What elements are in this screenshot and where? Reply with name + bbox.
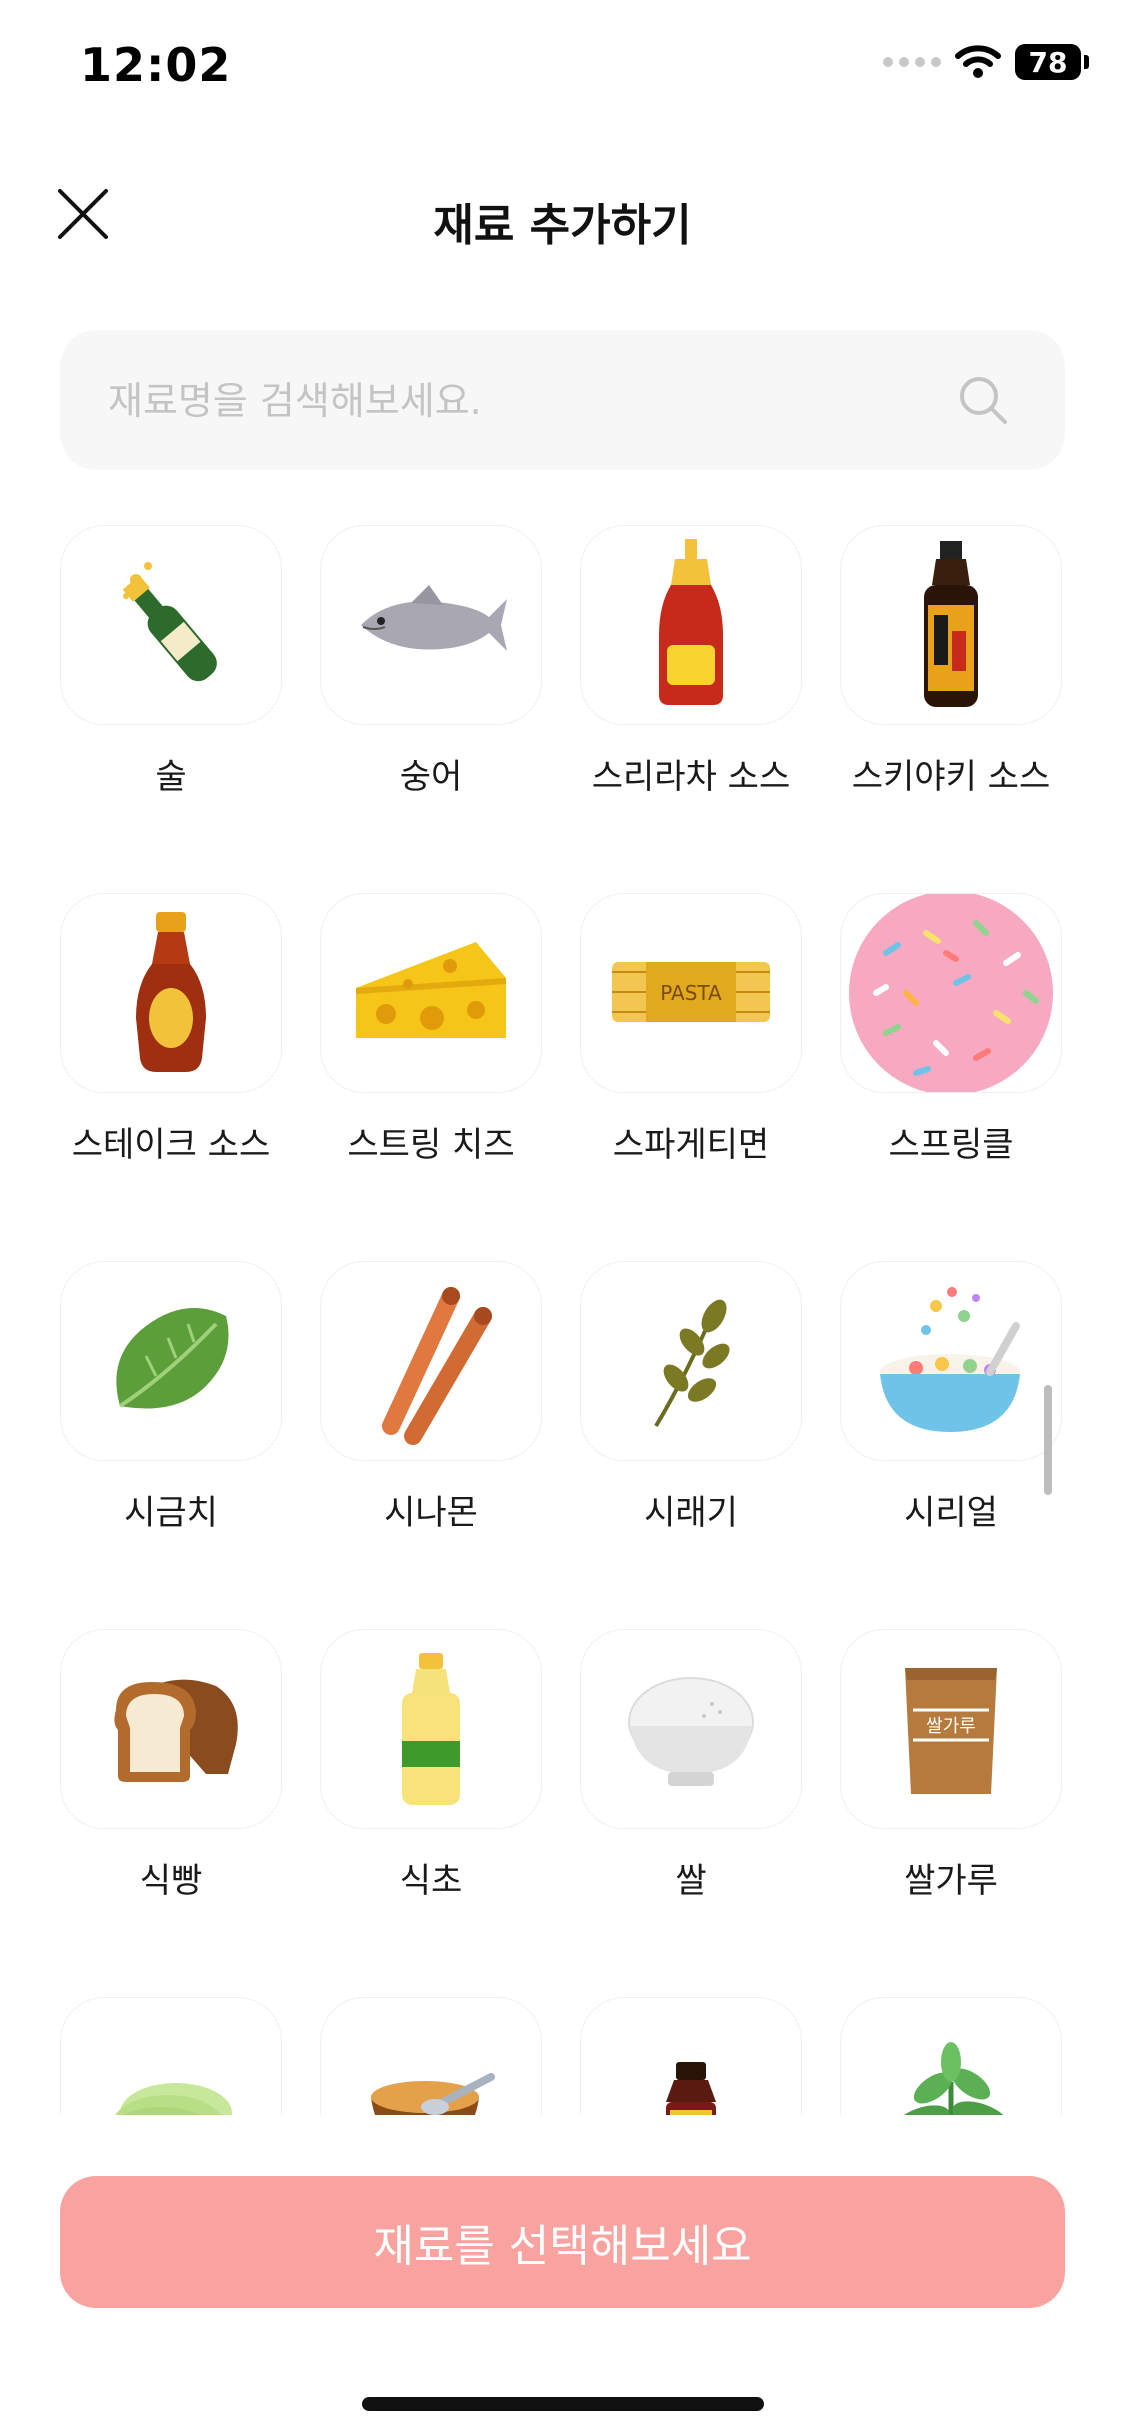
ingredient-tile[interactable] (840, 893, 1062, 1093)
ingredient-label: 술 (155, 757, 187, 797)
ingredient-item[interactable]: 스키야키 소스 (840, 525, 1062, 798)
ingredient-item[interactable]: PASTA 스파게티면 (580, 893, 802, 1166)
ingredient-tile[interactable] (580, 1261, 802, 1461)
ingredient-grid-viewport: 술 숭어 스리라차 소스 스키야키 소스 스테이크 소스 스트링 치즈 PAST… (0, 525, 1125, 2115)
sprinkles-icon (849, 894, 1053, 1092)
ingredient-item[interactable]: 식초 (320, 1629, 542, 1902)
battery-indicator: 78 (1015, 44, 1089, 80)
wifi-icon (955, 45, 1001, 78)
ingredient-tile[interactable] (840, 1261, 1062, 1461)
steak-sauce-bottle-icon (136, 912, 206, 1072)
sliced-cucumber-icon (115, 2083, 232, 2115)
scrollbar[interactable] (1044, 1385, 1052, 1495)
spinach-icon (116, 1308, 229, 1409)
ingredient-label: 스파게티면 (612, 1125, 770, 1165)
tonic-bottle-icon (666, 2062, 716, 2115)
ingredient-item[interactable]: 스리라차 소스 (580, 525, 802, 798)
ingredient-item[interactable]: 쌀가루 쌀가루 (840, 1629, 1062, 1902)
ingredient-tile[interactable] (60, 1261, 282, 1461)
search-icon[interactable] (957, 374, 1009, 426)
ingredient-label: 스리라차 소스 (591, 757, 791, 797)
pasta-pack-icon: PASTA (612, 962, 770, 1022)
ingredient-tile[interactable] (580, 1997, 802, 2115)
sauce-bowl-spoon-icon (371, 2073, 495, 2115)
ingredient-item[interactable]: 스프링클 (840, 893, 1062, 1166)
ingredient-item[interactable]: 술 (60, 525, 282, 798)
ingredient-tile[interactable] (580, 1629, 802, 1829)
ingredient-tile[interactable]: 쌀가루 (840, 1629, 1062, 1829)
select-ingredient-button[interactable]: 재료를 선택해보세요 (60, 2176, 1065, 2308)
vinegar-bottle-icon (402, 1653, 460, 1805)
search-input[interactable] (106, 330, 960, 472)
ingredient-label: 시나몬 (384, 1493, 478, 1533)
ingredient-tile[interactable] (60, 1629, 282, 1829)
ingredient-tile[interactable] (320, 525, 542, 725)
ingredient-item[interactable] (840, 1997, 1062, 2115)
ingredient-item[interactable] (580, 1997, 802, 2115)
rice-bowl-icon (628, 1677, 754, 1786)
ingredient-item[interactable]: 스트링 치즈 (320, 893, 542, 1166)
ingredient-tile[interactable] (60, 525, 282, 725)
cinnamon-sticks-icon (382, 1287, 492, 1445)
ingredient-label: 쌀 (675, 1861, 707, 1901)
ingredient-item[interactable]: 식빵 (60, 1629, 282, 1902)
champagne-bottle-icon (122, 562, 217, 682)
ingredient-tile[interactable] (60, 893, 282, 1093)
search-box[interactable] (60, 330, 1065, 472)
bread-loaf-icon (114, 1679, 238, 1782)
ingredient-tile[interactable] (320, 1261, 542, 1461)
ingredient-item[interactable]: 스테이크 소스 (60, 893, 282, 1166)
ingredient-item[interactable]: 시나몬 (320, 1261, 542, 1534)
header: 재료 추가하기 (0, 175, 1125, 255)
sukiyaki-sauce-bottle-icon (924, 541, 978, 707)
ingredient-tile[interactable] (840, 1997, 1062, 2115)
pasta-pack-text: PASTA (660, 981, 722, 1005)
ingredient-tile[interactable] (320, 893, 542, 1093)
ingredient-label: 스트링 치즈 (347, 1125, 515, 1165)
cellular-signal-icon (883, 57, 941, 67)
home-indicator (362, 2397, 764, 2411)
ingredient-tile[interactable]: PASTA (580, 893, 802, 1093)
ingredient-item[interactable]: 쌀 (580, 1629, 802, 1902)
ingredient-label: 쌀가루 (904, 1861, 998, 1901)
ingredient-item[interactable]: 숭어 (320, 525, 542, 798)
ingredient-tile[interactable] (580, 525, 802, 725)
dried-greens-sprig-icon (654, 1299, 730, 1428)
cheese-wedge-icon (356, 942, 506, 1038)
ingredient-item[interactable]: 시리얼 (840, 1261, 1062, 1534)
ingredient-label: 시금치 (124, 1493, 218, 1533)
ingredient-tile[interactable] (320, 1997, 542, 2115)
ingredient-item[interactable]: 시금치 (60, 1261, 282, 1534)
rice-flour-bag-icon: 쌀가루 (905, 1668, 997, 1794)
ingredient-label: 스테이크 소스 (71, 1125, 271, 1165)
page-title: 재료 추가하기 (433, 200, 692, 251)
ingredient-label: 숭어 (399, 757, 463, 797)
ingredient-tile[interactable] (840, 525, 1062, 725)
ingredient-item[interactable] (320, 1997, 542, 2115)
herb-plant-icon (892, 2042, 1010, 2115)
ingredient-label: 스프링클 (888, 1125, 1014, 1165)
status-time: 12:02 (80, 38, 232, 92)
ingredient-label: 스키야키 소스 (851, 757, 1051, 797)
ingredient-tile[interactable] (320, 1629, 542, 1829)
ingredient-item[interactable] (60, 1997, 282, 2115)
sriracha-bottle-icon (659, 539, 723, 705)
ingredient-tile[interactable] (60, 1997, 282, 2115)
cereal-bowl-icon (880, 1287, 1020, 1432)
ingredient-label: 식초 (399, 1861, 463, 1901)
ingredient-label: 시래기 (644, 1493, 738, 1533)
flour-bag-text: 쌀가루 (926, 1716, 976, 1737)
status-icons: 78 (883, 44, 1089, 80)
ingredient-item[interactable]: 시래기 (580, 1261, 802, 1534)
ingredient-label: 식빵 (139, 1861, 203, 1901)
ingredient-label: 시리얼 (904, 1493, 998, 1533)
fish-icon (361, 585, 507, 651)
status-bar: 12:02 78 (0, 0, 1125, 135)
